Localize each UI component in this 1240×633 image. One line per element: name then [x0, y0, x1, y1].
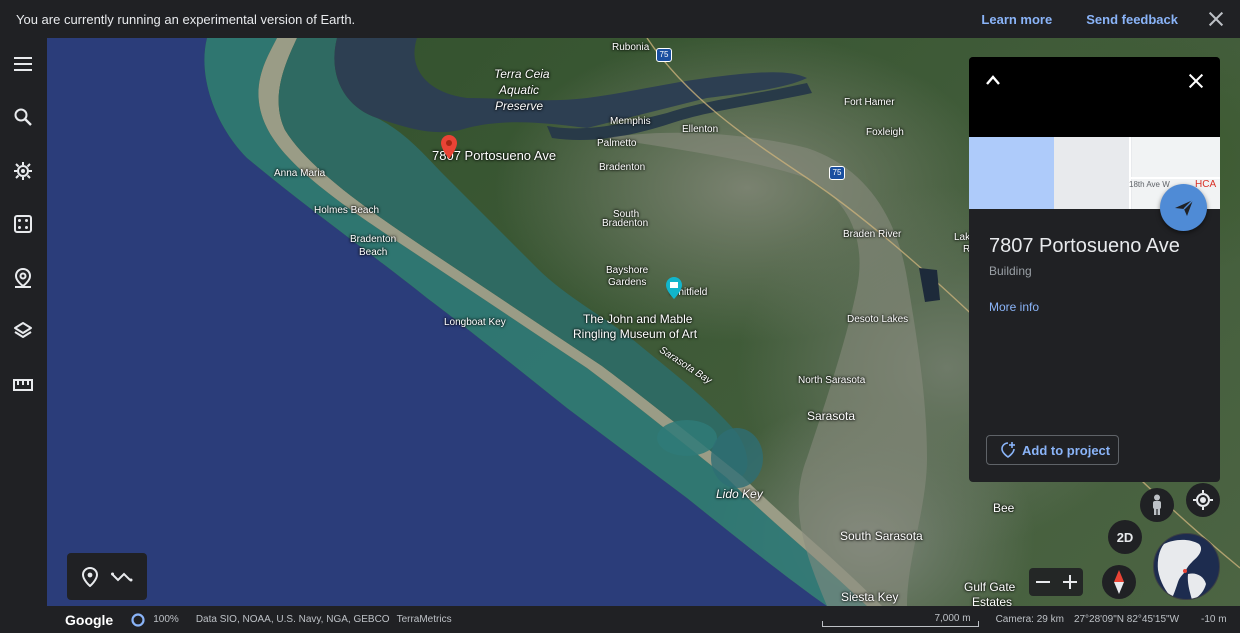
map-place-label: Palmetto — [597, 138, 637, 149]
elevation: -10 m — [1201, 614, 1227, 625]
map-place-label: Sarasota — [807, 409, 856, 423]
close-panel-icon[interactable] — [1188, 73, 1204, 89]
camera-altitude: Camera: 29 km — [995, 614, 1064, 625]
zoom-in-icon[interactable] — [1062, 575, 1077, 589]
zoom-controls — [1029, 568, 1083, 596]
view-mode-toggle[interactable]: 2D — [1108, 520, 1142, 554]
place-title: 7807 Portosueno Ave — [989, 235, 1180, 257]
place-info-panel: 18th Ave W HCA 7807 Portosueno Ave Build… — [969, 57, 1220, 482]
search-icon[interactable] — [11, 105, 35, 129]
voyager-icon[interactable] — [11, 159, 35, 183]
map-place-label: The John and Mable — [583, 312, 693, 326]
status-bar: Google 100% Data SIO, NOAA, U.S. Navy, N… — [47, 606, 1240, 633]
add-to-project-label: Add to project — [1022, 442, 1111, 458]
map-place-label: South Sarasota — [840, 529, 923, 543]
globe-icon — [1157, 539, 1206, 599]
add-to-project-button[interactable]: Add to project — [986, 435, 1119, 465]
map-place-label: Bradenton — [599, 162, 646, 173]
map-place-label: Foxleigh — [866, 127, 904, 138]
pegman-icon — [1153, 494, 1161, 515]
globe-overview[interactable] — [1153, 533, 1220, 600]
experimental-banner: You are currently running an experimenta… — [0, 0, 1240, 38]
map-place-label: North Sarasota — [798, 375, 866, 386]
left-nav-rail — [0, 38, 47, 633]
measure-icon[interactable] — [11, 373, 35, 397]
add-location-icon — [1001, 442, 1015, 458]
banner-message: You are currently running an experimenta… — [16, 11, 356, 27]
place-type: Building — [989, 264, 1032, 278]
map-place-label: Braden River — [843, 229, 902, 240]
map-place-label: Bee — [993, 501, 1015, 515]
map-place-label: Gulf Gate — [964, 580, 1016, 594]
map-place-label: Ringling Museum of Art — [573, 327, 698, 341]
zoom-out-icon[interactable] — [1035, 575, 1050, 589]
feeling-lucky-icon[interactable] — [11, 212, 35, 236]
map-place-label: Fort Hamer — [844, 97, 895, 108]
map-place-label: Longboat Key — [444, 317, 506, 328]
map-place-label: Bayshore — [606, 265, 649, 276]
map-place-label: Aquatic — [499, 83, 540, 97]
learn-more-link[interactable]: Learn more — [981, 12, 1052, 27]
location-pin-icon[interactable] — [441, 135, 457, 159]
map-place-label: Ellenton — [682, 124, 719, 135]
museum-pin-icon[interactable] — [666, 277, 682, 299]
menu-icon[interactable] — [11, 52, 35, 76]
close-banner-icon[interactable] — [1208, 11, 1224, 27]
map-place-label: Gardens — [608, 277, 647, 288]
map-style-icon[interactable] — [11, 319, 35, 343]
panel-header — [969, 57, 1220, 137]
collapse-panel-icon[interactable] — [985, 73, 1001, 87]
scale-label: 7,000 m — [934, 612, 971, 624]
map-place-label: Siesta Key — [841, 590, 899, 604]
compass-button[interactable] — [1102, 565, 1136, 599]
map-place-label: Terra Ceia — [494, 67, 550, 81]
draw-path-icon[interactable] — [110, 570, 133, 584]
highway-shield: 75 — [656, 48, 672, 62]
map-place-label: Memphis — [610, 116, 651, 127]
map-place-label: Estates — [972, 595, 1013, 606]
highway-shield: 75 — [829, 166, 845, 180]
scale-bar: 7,000 m — [821, 612, 979, 627]
my-location-button[interactable] — [1186, 483, 1220, 517]
minimap-street-label: 18th Ave W — [1129, 180, 1170, 189]
send-arrow-icon — [1174, 199, 1193, 216]
drawing-tools — [67, 553, 147, 600]
map-place-label: Rubonia — [612, 42, 650, 53]
map-place-label: Anna Maria — [274, 168, 326, 179]
minimap-water — [969, 137, 1054, 209]
data-attribution[interactable]: Data SIO, NOAA, U.S. Navy, NGA, GEBCO — [196, 614, 390, 625]
map-place-label: Beach — [359, 247, 388, 258]
map-place-label: Bradenton — [602, 218, 649, 229]
street-view-button[interactable] — [1140, 488, 1174, 522]
map-place-label: Preserve — [495, 99, 544, 113]
my-location-icon — [1193, 490, 1213, 510]
imagery-attribution: TerraMetrics — [396, 614, 452, 625]
projects-icon[interactable] — [11, 266, 35, 290]
send-feedback-link[interactable]: Send feedback — [1086, 12, 1178, 27]
load-percent: 100% — [153, 614, 179, 625]
loading-indicator-icon — [131, 612, 145, 627]
fly-to-button[interactable] — [1160, 184, 1207, 231]
map-place-label: Lido Key — [716, 487, 763, 501]
google-logo: Google — [65, 611, 114, 628]
cursor-coordinates: 27°28'09"N 82°45'15"W — [1073, 614, 1180, 625]
map-place-label: Bradenton — [350, 234, 397, 245]
map-place-label: Holmes Beach — [314, 205, 380, 216]
minimap-land — [1054, 137, 1132, 209]
map-place-label: Desoto Lakes — [847, 314, 909, 325]
minimap-road — [1129, 137, 1131, 209]
compass-icon — [1114, 570, 1124, 594]
more-info-link[interactable]: More info — [989, 300, 1039, 314]
add-placemark-icon[interactable] — [81, 566, 98, 587]
